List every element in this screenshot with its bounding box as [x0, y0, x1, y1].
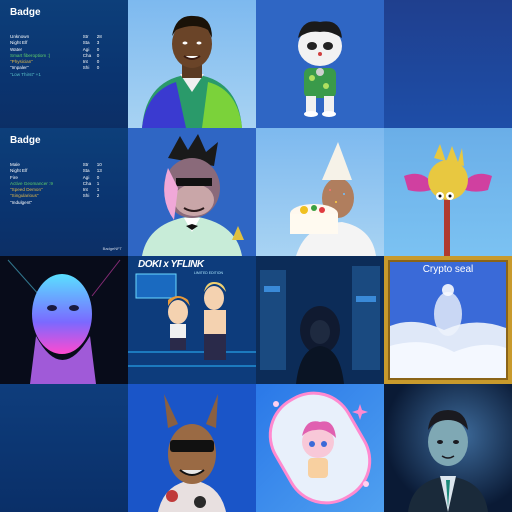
nft-thumb-party-cake[interactable] — [256, 128, 384, 256]
stat-key: Shi — [82, 193, 90, 199]
stat-row: Shi 0 — [83, 65, 120, 71]
nft-thumb-empty-ocean[interactable] — [0, 384, 128, 512]
stat-value: 0 — [96, 65, 100, 71]
bird-illustration — [404, 144, 492, 256]
nft-thumb-capsule-girl[interactable] — [256, 384, 384, 512]
nft-thumb-empty-blue[interactable] — [384, 0, 512, 128]
nft-thumb-dog-sunglasses[interactable] — [128, 384, 256, 512]
stat-list: Str 28 Sta 3 Agi 0 Cha 0 Int 0 Shi 0 — [83, 34, 120, 78]
nft-thumb-crypto-seal[interactable]: Crypto seal — [384, 256, 512, 384]
portrait-illustration — [142, 15, 242, 128]
nft-thumb-man-polo[interactable] — [128, 0, 256, 128]
cyber-head-illustration — [7, 259, 121, 384]
nft-thumb-hooded-figure[interactable] — [256, 256, 384, 384]
stat-value: 2 — [96, 193, 100, 199]
capsule-illustration — [268, 391, 372, 505]
nft-thumb-panda-sticker[interactable] — [256, 0, 384, 128]
badge-card-title: Badge — [10, 135, 41, 146]
trait-item: "Low Thirst" +1 — [10, 71, 41, 77]
crypto-seal-title: Crypto seal — [422, 264, 474, 275]
nft-thumb-suit-man[interactable] — [384, 384, 512, 512]
badge-card-title: Badge — [10, 7, 41, 18]
party-illustration — [290, 142, 376, 256]
nft-thumb-bird-lollipop[interactable] — [384, 128, 512, 256]
dog-illustration — [128, 384, 256, 512]
doki-subtitle: LIMITED EDITION — [194, 271, 223, 275]
hooded-figure-illustration — [256, 256, 384, 384]
suit-man-illustration — [408, 410, 488, 512]
stat-row: Shi 2 — [83, 193, 120, 199]
ape-illustration — [142, 134, 244, 256]
stat-list: Str 10 Sta 13 Agi 0 Cha 1 Int 1 Shi 2 — [83, 162, 120, 206]
trait-item: "Indulgent" — [10, 199, 33, 205]
badge-card-2[interactable]: Badge Male Night Elf Fire Active Geomanc… — [0, 128, 128, 256]
nft-gallery-grid: Badge Unknown Night Elf Water Smart fibe… — [0, 0, 512, 512]
stat-key: Shi — [82, 65, 90, 71]
doki-title: DOKI x YFLINK — [138, 259, 204, 270]
maker-label: BadgeNFT — [102, 246, 122, 251]
nft-thumb-cyber-head[interactable] — [0, 256, 128, 384]
nft-thumb-doki-yflink[interactable]: DOKI x YFLINK LIMITED EDITION — [128, 256, 256, 384]
badge-card-1[interactable]: Badge Unknown Night Elf Water Smart fibe… — [0, 0, 128, 128]
trait-list: Male Night Elf Fire Active Geomancer :9 … — [8, 162, 83, 206]
panda-illustration — [298, 21, 342, 117]
nft-thumb-ape-tux[interactable] — [128, 128, 256, 256]
doki-illustration — [128, 256, 256, 384]
crypto-seal-illustration — [384, 256, 512, 384]
trait-list: Unknown Night Elf Water Smart fiberoptio… — [8, 34, 83, 78]
